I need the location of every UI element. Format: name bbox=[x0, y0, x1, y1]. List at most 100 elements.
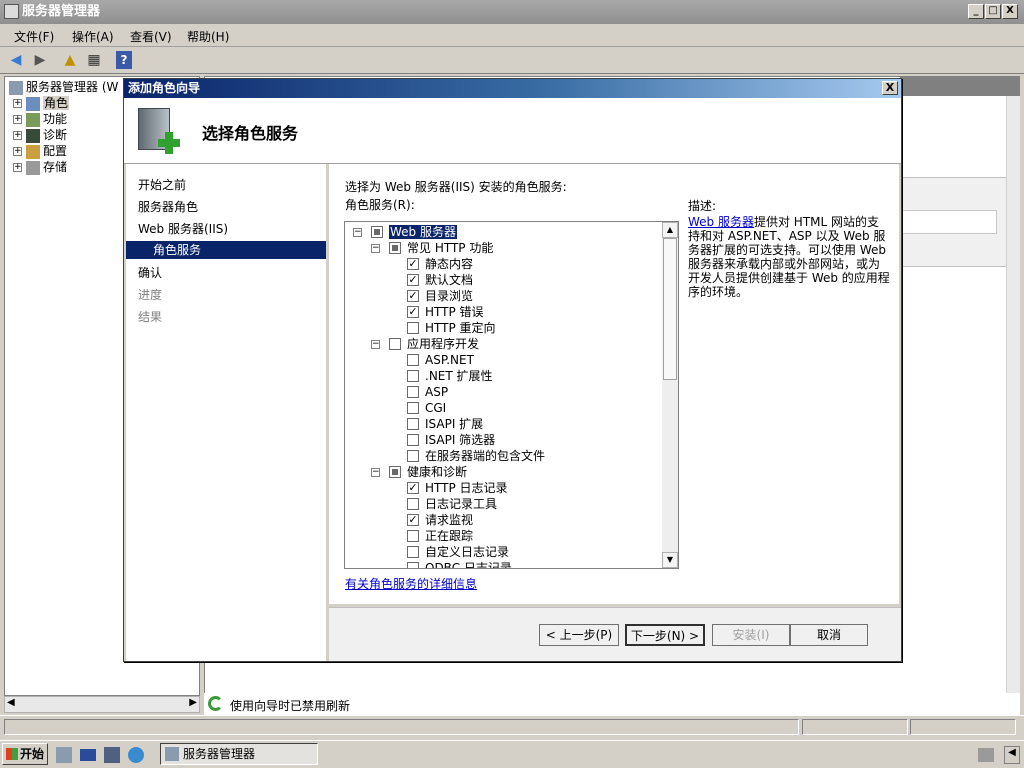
service-checkbox[interactable] bbox=[407, 449, 419, 462]
tree-item-roles[interactable]: + 角色 bbox=[13, 95, 70, 111]
expand-icon[interactable]: + bbox=[13, 131, 22, 140]
service-checkbox[interactable]: ✓ bbox=[407, 273, 419, 286]
service-checkbox[interactable] bbox=[407, 497, 419, 510]
list-vertical-scrollbar[interactable]: ▲ ▼ bbox=[662, 222, 678, 568]
service-checkbox[interactable] bbox=[407, 353, 419, 366]
service-checkbox[interactable] bbox=[389, 337, 401, 350]
show-desktop-icon[interactable] bbox=[80, 749, 96, 761]
back-arrow-icon[interactable]: ◀ bbox=[6, 51, 26, 69]
tree-item-diagnostics[interactable]: + 诊断 bbox=[13, 127, 67, 143]
menu-action[interactable]: 操作(A) bbox=[72, 28, 114, 45]
windows-logo-icon bbox=[6, 748, 18, 760]
service-checkbox[interactable]: ✓ bbox=[407, 289, 419, 302]
scroll-right-icon[interactable]: ▶ bbox=[189, 697, 197, 708]
step-web-server-iis[interactable]: Web 服务器(IIS) bbox=[138, 220, 228, 238]
scroll-down-icon[interactable]: ▼ bbox=[662, 552, 678, 568]
service-checkbox[interactable] bbox=[407, 529, 419, 542]
next-button[interactable]: 下一步(N) > bbox=[625, 624, 705, 646]
menu-view[interactable]: 查看(V) bbox=[130, 28, 172, 45]
service-checkbox[interactable] bbox=[407, 545, 419, 558]
powershell-icon[interactable] bbox=[104, 747, 120, 763]
collapse-icon[interactable]: − bbox=[371, 244, 380, 253]
role-service-item[interactable]: 在服务器端的包含文件 bbox=[407, 448, 545, 464]
dialog-close-button[interactable]: X bbox=[882, 81, 898, 95]
more-info-link[interactable]: 有关角色服务的详细信息 bbox=[345, 575, 477, 592]
role-service-item[interactable]: 正在跟踪 bbox=[407, 528, 473, 544]
role-service-item[interactable]: − 健康和诊断 bbox=[371, 464, 467, 480]
scroll-left-icon[interactable]: ◀ bbox=[7, 697, 15, 708]
expand-icon[interactable]: + bbox=[13, 147, 22, 156]
start-button[interactable]: 开始 bbox=[2, 743, 48, 765]
tree-root[interactable]: 服务器管理器 (W bbox=[9, 79, 118, 95]
service-checkbox[interactable] bbox=[407, 385, 419, 398]
service-checkbox[interactable] bbox=[407, 369, 419, 382]
service-checkbox[interactable]: ✓ bbox=[407, 305, 419, 318]
role-service-item[interactable]: ✓ HTTP 日志记录 bbox=[407, 480, 508, 496]
role-service-item[interactable]: ✓ 静态内容 bbox=[407, 256, 473, 272]
collapse-icon[interactable]: − bbox=[371, 340, 380, 349]
role-service-item[interactable]: HTTP 重定向 bbox=[407, 320, 496, 336]
details-scrollbar[interactable] bbox=[1006, 96, 1020, 696]
service-checkbox[interactable] bbox=[407, 561, 419, 568]
close-button[interactable]: X bbox=[1002, 4, 1018, 19]
expand-icon[interactable]: + bbox=[13, 99, 22, 108]
role-service-item[interactable]: ✓ 请求监视 bbox=[407, 512, 473, 528]
service-checkbox[interactable]: ✓ bbox=[407, 513, 419, 526]
up-folder-icon[interactable]: ▲ bbox=[60, 51, 80, 69]
role-service-item[interactable]: 自定义日志记录 bbox=[407, 544, 509, 560]
taskbar-item-server-manager[interactable]: 服务器管理器 bbox=[160, 743, 318, 765]
tree-item-configuration[interactable]: + 配置 bbox=[13, 143, 67, 159]
service-checkbox[interactable]: ✓ bbox=[407, 257, 419, 270]
description-link[interactable]: Web 服务器 bbox=[688, 215, 754, 229]
step-confirmation[interactable]: 确认 bbox=[138, 264, 162, 282]
minimize-button[interactable]: _ bbox=[968, 4, 984, 19]
menu-file[interactable]: 文件(F) bbox=[14, 28, 54, 45]
scroll-thumb[interactable] bbox=[663, 238, 677, 380]
tree-item-storage[interactable]: + 存储 bbox=[13, 159, 67, 175]
service-checkbox[interactable] bbox=[407, 417, 419, 430]
help-icon[interactable]: ? bbox=[116, 51, 132, 69]
expand-icon[interactable]: + bbox=[13, 163, 22, 172]
role-service-item[interactable]: .NET 扩展性 bbox=[407, 368, 493, 384]
service-checkbox[interactable] bbox=[407, 433, 419, 446]
role-service-item[interactable]: ASP.NET bbox=[407, 352, 474, 368]
service-checkbox[interactable]: ✓ bbox=[407, 481, 419, 494]
cancel-button[interactable]: 取消 bbox=[790, 624, 868, 646]
step-server-roles[interactable]: 服务器角色 bbox=[138, 198, 198, 216]
role-service-item[interactable]: ISAPI 筛选器 bbox=[407, 432, 495, 448]
service-checkbox[interactable] bbox=[389, 465, 401, 478]
role-service-item[interactable]: ASP bbox=[407, 384, 448, 400]
role-service-item[interactable]: ✓ 目录浏览 bbox=[407, 288, 473, 304]
role-service-item[interactable]: ✓ HTTP 错误 bbox=[407, 304, 484, 320]
forward-arrow-icon[interactable]: ▶ bbox=[30, 51, 50, 69]
tree-horizontal-scrollbar[interactable]: ◀ ▶ bbox=[4, 696, 200, 713]
internet-explorer-icon[interactable] bbox=[128, 747, 144, 763]
role-service-item[interactable]: ODBC 日志记录 bbox=[407, 560, 512, 568]
collapse-icon[interactable]: − bbox=[371, 468, 380, 477]
role-service-item[interactable]: ISAPI 扩展 bbox=[407, 416, 483, 432]
role-service-item[interactable]: CGI bbox=[407, 400, 446, 416]
maximize-button[interactable]: □ bbox=[985, 4, 1001, 19]
menu-help[interactable]: 帮助(H) bbox=[187, 28, 229, 45]
service-checkbox[interactable] bbox=[407, 401, 419, 414]
service-checkbox[interactable] bbox=[371, 225, 383, 238]
scroll-up-icon[interactable]: ▲ bbox=[662, 222, 678, 238]
show-hide-tree-icon[interactable]: ▦ bbox=[84, 51, 104, 69]
service-checkbox[interactable] bbox=[407, 321, 419, 334]
step-before-you-begin[interactable]: 开始之前 bbox=[138, 176, 186, 194]
service-checkbox[interactable] bbox=[389, 241, 401, 254]
step-role-services[interactable]: 角色服务 bbox=[126, 241, 326, 259]
role-service-item[interactable]: 日志记录工具 bbox=[407, 496, 497, 512]
expand-icon[interactable]: + bbox=[13, 115, 22, 124]
role-service-item[interactable]: ✓ 默认文档 bbox=[407, 272, 473, 288]
server-manager-quicklaunch-icon[interactable] bbox=[56, 747, 72, 763]
collapse-icon[interactable]: − bbox=[353, 228, 362, 237]
tree-item-features[interactable]: + 功能 bbox=[13, 111, 67, 127]
tray-scroll-icon[interactable]: ◀ bbox=[1004, 746, 1020, 764]
tray-network-icon[interactable] bbox=[978, 748, 994, 762]
role-service-item[interactable]: − 常见 HTTP 功能 bbox=[371, 240, 493, 256]
role-service-item[interactable]: − 应用程序开发 bbox=[371, 336, 479, 352]
role-services-list[interactable]: − Web 服务器 − 常见 HTTP 功能 ✓ 静态内容 ✓ 默认文档 ✓ 目录浏览 ✓ HTTP … bbox=[344, 221, 679, 569]
previous-button[interactable]: < 上一步(P) bbox=[539, 624, 619, 646]
role-service-item[interactable]: − Web 服务器 bbox=[353, 224, 457, 240]
